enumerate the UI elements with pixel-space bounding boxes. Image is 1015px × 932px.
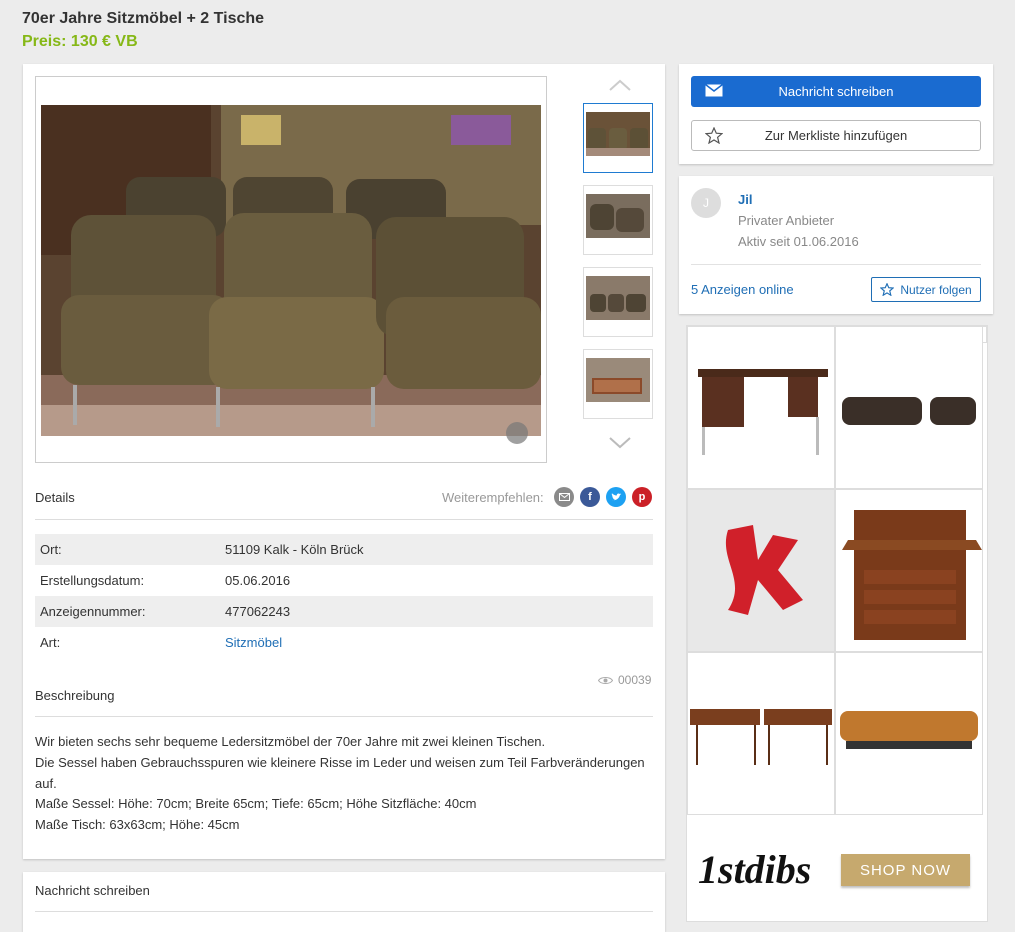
divider <box>35 911 653 912</box>
pinterest-icon[interactable]: p <box>632 487 652 507</box>
seller-ads-link[interactable]: 5 Anzeigen online <box>691 282 794 297</box>
description-line: Die Sessel haben Gebrauchsspuren wie kle… <box>35 754 645 791</box>
details-key: Anzeigennummer: <box>40 604 146 619</box>
watchlist-button[interactable]: Zur Merkliste hinzufügen <box>691 120 981 151</box>
ad-product-image[interactable] <box>687 652 835 815</box>
advertisement[interactable]: ▷ ✕ 1stdibs SHOP NOW <box>686 325 988 922</box>
chevron-up-icon[interactable] <box>606 76 634 96</box>
seller-type: Privater Anbieter <box>738 213 835 228</box>
follow-user-label: Nutzer folgen <box>900 282 972 297</box>
category-link[interactable]: Sitzmöbel <box>225 635 282 650</box>
eye-icon <box>598 676 613 684</box>
details-row: Anzeigennummer: 477062243 <box>35 596 653 627</box>
share-label: Weiterempfehlen: <box>442 490 544 505</box>
star-icon <box>705 127 723 144</box>
details-value: 477062243 <box>225 604 291 619</box>
details-key: Erstellungsdatum: <box>40 573 145 588</box>
view-count: 00039 <box>618 673 652 687</box>
divider <box>35 716 653 717</box>
thumbnail[interactable] <box>583 185 653 255</box>
twitter-icon[interactable] <box>606 487 626 507</box>
thumbnail[interactable] <box>583 103 653 173</box>
divider <box>691 264 981 265</box>
details-row: Erstellungsdatum: 05.06.2016 <box>35 565 653 596</box>
facebook-icon[interactable]: f <box>580 487 600 507</box>
follow-user-button[interactable]: Nutzer folgen <box>871 277 981 302</box>
details-value: 05.06.2016 <box>225 573 291 588</box>
details-table: Ort: 51109 Kalk - Köln Brück Erstellungs… <box>35 534 653 658</box>
divider <box>35 519 653 520</box>
message-heading: Nachricht schreiben <box>35 883 150 898</box>
avatar: J <box>691 188 721 218</box>
zoom-icon[interactable] <box>506 422 528 444</box>
chevron-down-icon[interactable] <box>606 432 634 452</box>
main-image[interactable] <box>41 105 541 436</box>
listing-card: Details Weiterempfehlen: f p Ort: 51109 … <box>23 64 665 859</box>
view-counter: 00039 <box>598 673 651 687</box>
description-text: Wir bieten sechs sehr bequeme Ledersitzm… <box>35 732 653 836</box>
page-title: 70er Jahre Sitzmöbel + 2 Tische <box>22 10 265 27</box>
main-image-frame[interactable] <box>35 76 547 463</box>
star-icon <box>880 283 895 296</box>
description-line: Wir bieten sechs sehr bequeme Ledersitzm… <box>35 734 546 749</box>
ad-brand-logo[interactable]: 1stdibs <box>698 846 811 893</box>
details-row: Ort: 51109 Kalk - Köln Brück <box>35 534 653 565</box>
ad-product-image[interactable] <box>835 326 983 489</box>
action-card: Nachricht schreiben Zur Merkliste hinzuf… <box>679 64 993 164</box>
details-row: Art: Sitzmöbel <box>35 627 653 658</box>
seller-active-since: Aktiv seit 01.06.2016 <box>738 234 859 249</box>
shop-now-button[interactable]: SHOP NOW <box>841 854 970 886</box>
description-line: Maße Tisch: 63x63cm; Höhe: 45cm <box>35 817 240 833</box>
thumbnail[interactable] <box>583 267 653 337</box>
description-line: Maße Sessel: Höhe: 70cm; Breite 65cm; Ti… <box>35 796 477 812</box>
thumbnail[interactable] <box>583 349 653 419</box>
price-label: Preis: 130 € VB <box>22 33 138 50</box>
details-value: 51109 Kalk - Köln Brück <box>225 542 364 557</box>
send-message-button[interactable]: Nachricht schreiben <box>691 76 981 107</box>
ad-product-image[interactable] <box>687 326 835 489</box>
ad-product-image[interactable] <box>835 489 983 652</box>
message-card: Nachricht schreiben <box>23 872 665 932</box>
ad-product-image[interactable] <box>687 489 835 652</box>
mail-icon <box>705 84 723 97</box>
email-icon[interactable] <box>554 487 574 507</box>
watchlist-label: Zur Merkliste hinzufügen <box>764 128 908 143</box>
details-key: Ort: <box>40 542 62 557</box>
details-heading: Details <box>35 490 75 505</box>
ad-product-image[interactable] <box>835 652 983 815</box>
seller-card: J Jil Privater Anbieter Aktiv seit 01.06… <box>679 176 993 314</box>
description-heading: Beschreibung <box>35 688 115 703</box>
seller-name-link[interactable]: Jil <box>738 192 752 207</box>
details-key: Art: <box>40 635 61 650</box>
send-message-label: Nachricht schreiben <box>778 84 894 99</box>
